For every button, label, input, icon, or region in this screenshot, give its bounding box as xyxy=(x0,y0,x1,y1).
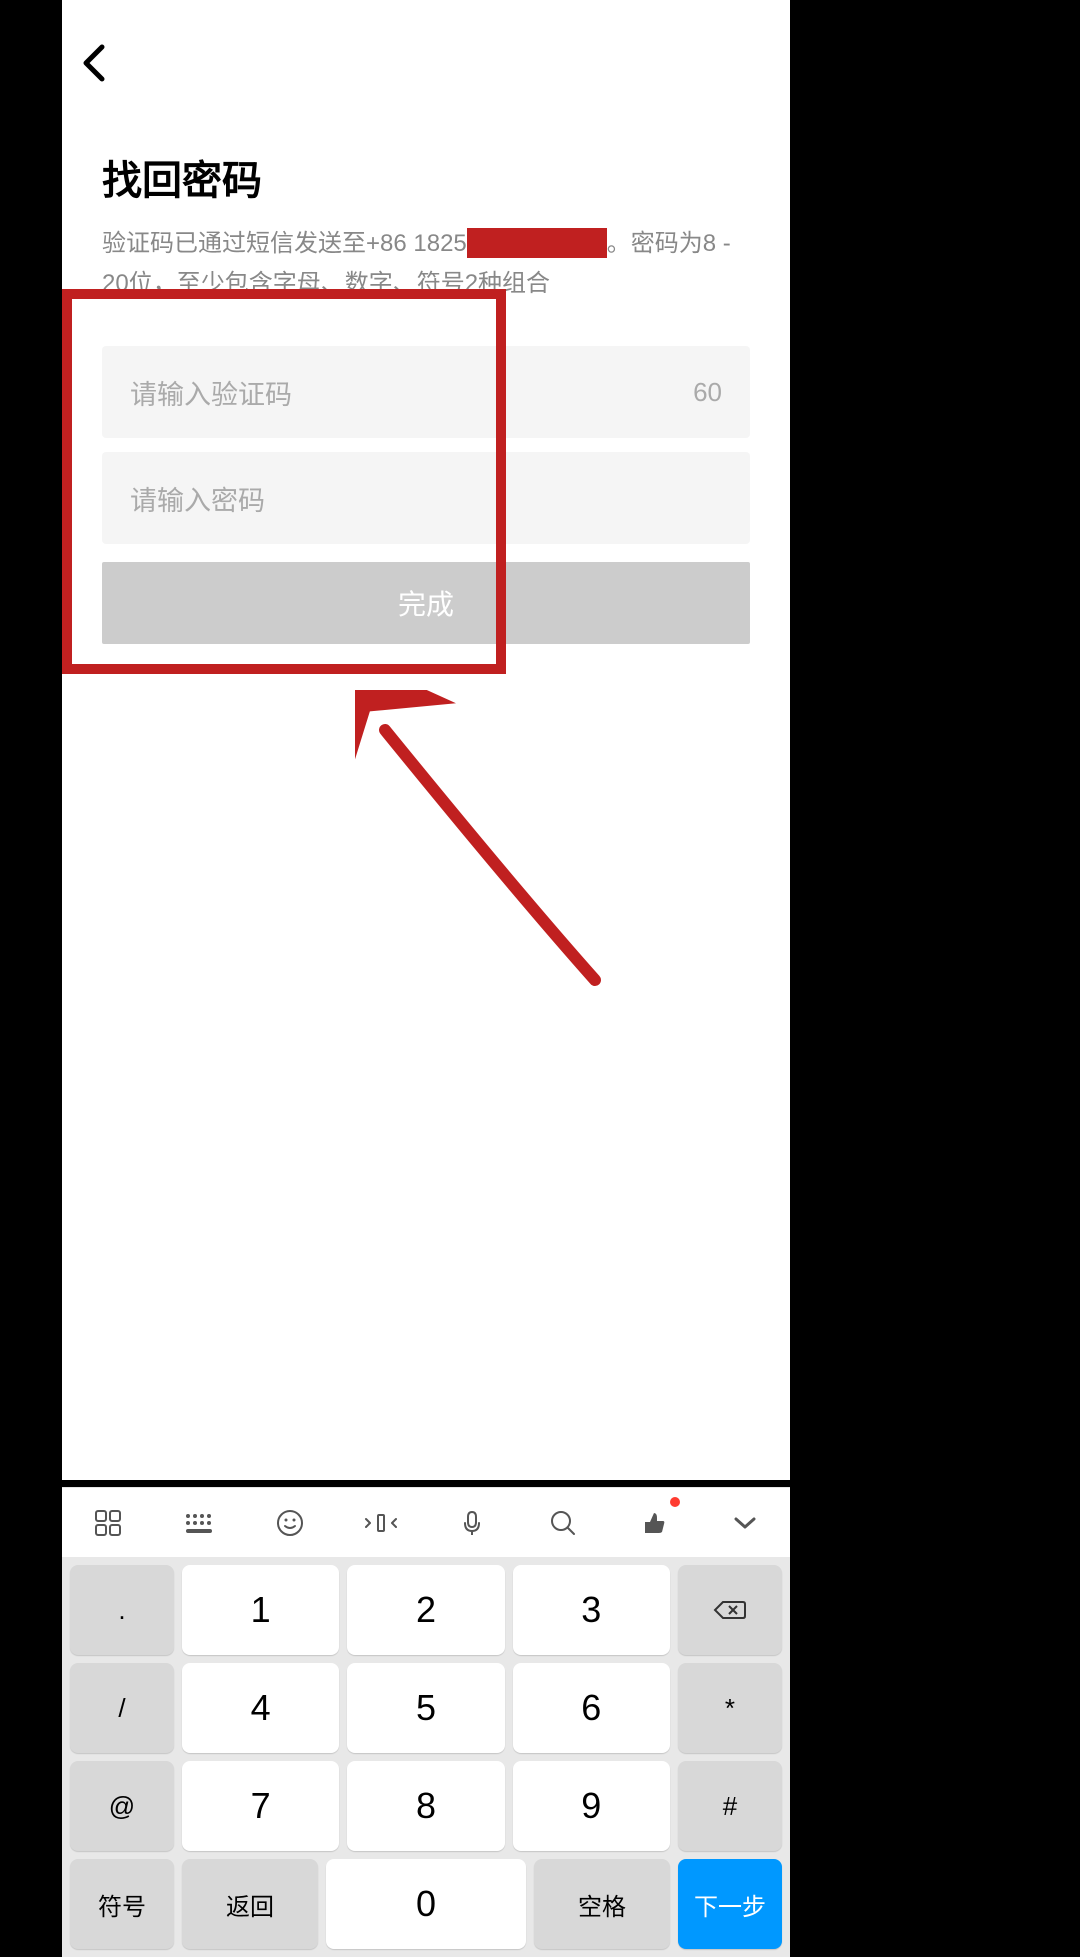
keyboard: . 1 2 3 / 4 5 6 * @ 7 8 9 # - 符号 返回 0 xyxy=(62,1487,790,1957)
cursor-move-icon[interactable] xyxy=(361,1503,401,1543)
submit-button[interactable]: 完成 xyxy=(102,562,750,644)
subtitle-prefix: 验证码已通过短信发送至+86 1825 xyxy=(102,230,467,257)
emoji-icon[interactable] xyxy=(270,1503,310,1543)
key-8[interactable]: 8 xyxy=(347,1761,504,1851)
key-1[interactable]: 1 xyxy=(182,1565,339,1655)
notification-dot xyxy=(670,1497,680,1507)
voice-icon[interactable] xyxy=(452,1503,492,1543)
key-next[interactable]: 下一步 xyxy=(678,1859,782,1949)
key-at[interactable]: @ xyxy=(70,1761,174,1851)
key-backspace[interactable] xyxy=(678,1565,782,1655)
backspace-icon xyxy=(713,1598,747,1622)
password-input-row[interactable]: 请输入密码 xyxy=(102,452,750,544)
search-icon[interactable] xyxy=(543,1503,583,1543)
key-3[interactable]: 3 xyxy=(513,1565,670,1655)
key-period[interactable]: . xyxy=(70,1565,174,1655)
key-return[interactable]: 返回 xyxy=(182,1859,318,1949)
keyboard-bottom-row: 符号 返回 0 空格 下一步 xyxy=(62,1859,790,1957)
key-space[interactable]: 空格 xyxy=(534,1859,670,1949)
key-9[interactable]: 9 xyxy=(513,1761,670,1851)
header-bar xyxy=(62,0,790,100)
collapse-keyboard-icon[interactable] xyxy=(725,1503,765,1543)
key-6[interactable]: 6 xyxy=(513,1663,670,1753)
back-button[interactable] xyxy=(68,38,118,88)
thumbs-up-icon[interactable] xyxy=(634,1503,674,1543)
key-7[interactable]: 7 xyxy=(182,1761,339,1851)
key-4[interactable]: 4 xyxy=(182,1663,339,1753)
key-slash[interactable]: / xyxy=(70,1663,174,1753)
back-icon xyxy=(80,43,106,83)
key-symbols[interactable]: 符号 xyxy=(70,1859,174,1949)
key-hash[interactable]: # xyxy=(678,1761,782,1851)
key-0[interactable]: 0 xyxy=(326,1859,526,1949)
form-group: 请输入验证码 60 请输入密码 完成 xyxy=(102,346,750,644)
keyboard-grid: . 1 2 3 / 4 5 6 * @ 7 8 9 # - xyxy=(62,1557,790,1859)
password-input-placeholder: 请输入密码 xyxy=(130,479,722,518)
phone-screen: 找回密码 验证码已通过短信发送至+86 1825。密码为8 - 20位，至少包含… xyxy=(62,0,790,1480)
content-area: 找回密码 验证码已通过短信发送至+86 1825。密码为8 - 20位，至少包含… xyxy=(62,100,790,1480)
key-5[interactable]: 5 xyxy=(347,1663,504,1753)
subtitle-text: 验证码已通过短信发送至+86 1825。密码为8 - 20位，至少包含字母、数字… xyxy=(102,224,750,304)
redacted-phone xyxy=(467,228,607,258)
page-title: 找回密码 xyxy=(102,148,750,206)
countdown-timer: 60 xyxy=(693,377,722,408)
keyboard-switch-icon[interactable] xyxy=(179,1503,219,1543)
apps-icon[interactable] xyxy=(88,1503,128,1543)
key-2[interactable]: 2 xyxy=(347,1565,504,1655)
code-input-row[interactable]: 请输入验证码 60 xyxy=(102,346,750,438)
key-asterisk[interactable]: * xyxy=(678,1663,782,1753)
keyboard-toolbar xyxy=(62,1487,790,1557)
code-input-placeholder: 请输入验证码 xyxy=(130,373,693,412)
